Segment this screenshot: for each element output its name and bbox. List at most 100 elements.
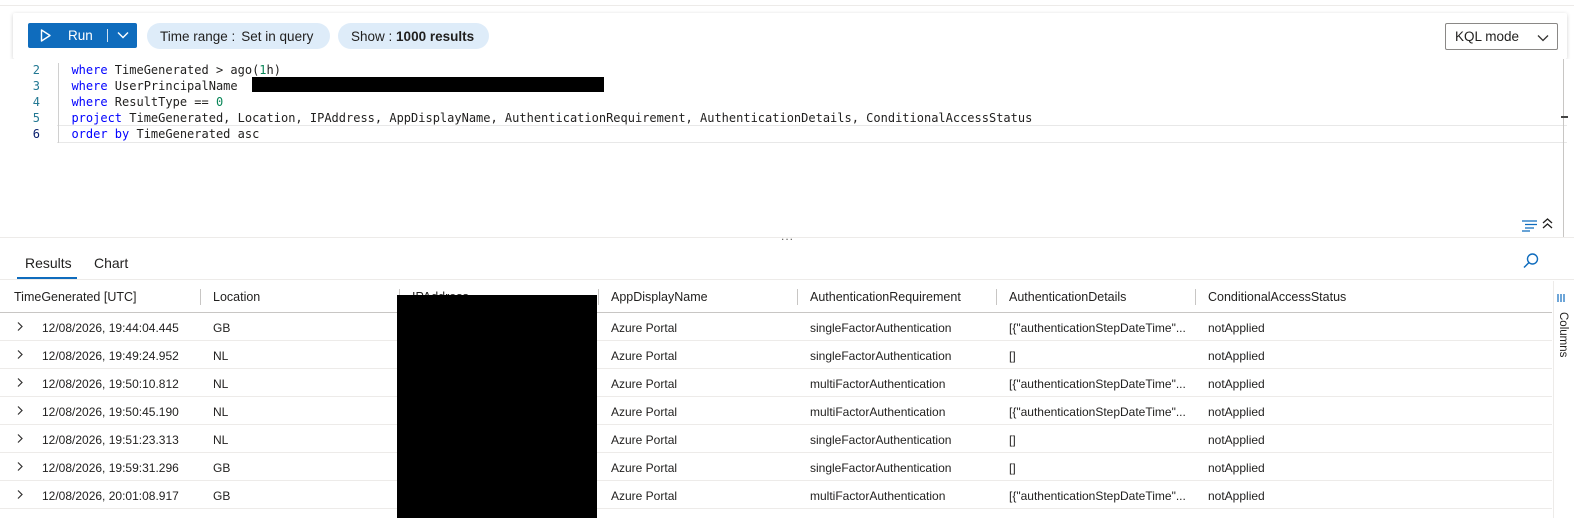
scrollbar-cursor-marker	[1561, 116, 1568, 118]
cell-authenticationrequirement: multiFactorAuthentication	[810, 489, 946, 503]
line-number: 3	[32, 79, 40, 93]
code-line-6[interactable]: order by TimeGenerated asc	[57, 127, 259, 141]
cell-timegenerated: 12/08/2026, 19:50:10.812	[42, 377, 179, 391]
column-resizer[interactable]	[1195, 289, 1196, 305]
cell-conditionalaccessstatus: notApplied	[1208, 349, 1265, 363]
cell-location: GB	[213, 461, 231, 475]
kql-keyword: order by	[71, 127, 130, 141]
result-limit-value: 1000 results	[396, 28, 475, 44]
cell-conditionalaccessstatus: notApplied	[1208, 405, 1265, 419]
cell-conditionalaccessstatus: notApplied	[1208, 489, 1265, 503]
code-text: ResultType ==	[107, 95, 216, 109]
chevron-right-icon[interactable]	[16, 377, 24, 388]
code-number: 1	[259, 63, 267, 77]
current-line-highlight	[57, 125, 1567, 143]
cell-location: GB	[213, 321, 231, 335]
cell-authenticationdetails: [{"authenticationStepDateTime"...	[1009, 321, 1186, 335]
column-resizer[interactable]	[200, 289, 201, 305]
table-row[interactable]: 12/08/2026, 19:49:24.952 NL Azure Portal si…	[0, 341, 1552, 369]
tab-results[interactable]: Results	[25, 255, 72, 271]
line-number: 2	[32, 63, 40, 77]
cell-location: GB	[213, 489, 231, 503]
run-split-divider	[107, 29, 108, 42]
splitter-handle[interactable]: ...	[781, 229, 794, 243]
results-tabbar: Results Chart	[0, 244, 1574, 280]
column-resizer[interactable]	[996, 289, 997, 305]
chevron-right-icon[interactable]	[16, 461, 24, 472]
time-range-pill[interactable]: Time range : Set in query	[147, 23, 330, 49]
cell-location: NL	[213, 433, 229, 447]
column-header-location[interactable]: Location	[213, 281, 260, 313]
chevron-right-icon[interactable]	[16, 405, 24, 416]
result-limit-label: Show :	[351, 28, 393, 44]
cell-conditionalaccessstatus: notApplied	[1208, 461, 1265, 475]
cell-authenticationdetails: []	[1009, 349, 1016, 363]
code-text: h)	[266, 63, 281, 77]
code-line-2[interactable]: where TimeGenerated > ago(1h)	[57, 63, 281, 77]
code-text: TimeGenerated > ago(	[107, 63, 260, 77]
editor-scrollbar[interactable]	[1563, 59, 1564, 237]
code-line-4[interactable]: where ResultType == 0	[57, 95, 223, 109]
table-row[interactable]: 12/08/2026, 19:50:45.190 NL Azure Portal mu…	[0, 397, 1552, 425]
search-icon[interactable]	[1522, 252, 1540, 270]
kql-keyword: where	[71, 79, 108, 93]
time-range-value: Set in query	[241, 28, 314, 44]
cell-appdisplayname: Azure Portal	[611, 349, 678, 363]
cell-conditionalaccessstatus: notApplied	[1208, 377, 1265, 391]
column-header-appdisplayname[interactable]: AppDisplayName	[611, 281, 708, 313]
chevron-right-icon[interactable]	[16, 489, 24, 500]
columns-icon[interactable]	[1557, 293, 1567, 303]
kql-mode-select[interactable]: KQL mode	[1445, 23, 1558, 50]
kql-mode-value: KQL mode	[1455, 29, 1520, 44]
cell-authenticationrequirement: singleFactorAuthentication	[810, 349, 952, 363]
column-resizer[interactable]	[797, 289, 798, 305]
code-line-3[interactable]: where UserPrincipalName	[57, 79, 245, 93]
column-resizer[interactable]	[598, 289, 599, 305]
chevron-down-icon	[1537, 35, 1549, 42]
format-query-icon[interactable]	[1521, 219, 1538, 232]
query-editor[interactable]: 2 where TimeGenerated > ago(1h) 3 where …	[0, 59, 1574, 237]
column-header-timegenerated[interactable]: TimeGenerated [UTC]	[14, 281, 137, 313]
table-row[interactable]: 12/08/2026, 19:44:04.445 GB Azure Portal si…	[0, 313, 1552, 341]
table-row[interactable]: 12/08/2026, 19:51:23.313 NL Azure Portal si…	[0, 425, 1552, 453]
tab-chart[interactable]: Chart	[94, 255, 128, 271]
code-number: 0	[215, 95, 224, 109]
cell-authenticationdetails: []	[1009, 433, 1016, 447]
cell-timegenerated: 12/08/2026, 19:50:45.190	[42, 405, 179, 419]
column-header-authenticationdetails[interactable]: AuthenticationDetails	[1009, 281, 1126, 313]
table-row[interactable]: 12/08/2026, 19:59:31.296 GB Azure Portal si…	[0, 453, 1552, 481]
cell-authenticationrequirement: singleFactorAuthentication	[810, 321, 952, 335]
chevron-right-icon[interactable]	[16, 321, 24, 332]
cell-timegenerated: 12/08/2026, 19:44:04.445	[42, 321, 179, 335]
cell-appdisplayname: Azure Portal	[611, 321, 678, 335]
cell-timegenerated: 12/08/2026, 19:59:31.296	[42, 461, 179, 475]
column-header-conditionalaccessstatus[interactable]: ConditionalAccessStatus	[1208, 281, 1346, 313]
chevron-right-icon[interactable]	[16, 433, 24, 444]
cell-location: NL	[213, 377, 229, 391]
cell-timegenerated: 12/08/2026, 19:49:24.952	[42, 349, 179, 363]
chevron-right-icon[interactable]	[16, 349, 24, 360]
kql-keyword: where	[71, 63, 108, 77]
line-number: 4	[32, 95, 40, 109]
table-row[interactable]: 12/08/2026, 20:01:08.917 GB Azure Portal mu…	[0, 481, 1552, 509]
chevron-down-icon[interactable]	[117, 31, 129, 39]
collapse-editor-icon[interactable]	[1541, 217, 1554, 230]
cell-authenticationrequirement: singleFactorAuthentication	[810, 461, 952, 475]
code-text: TimeGenerated, Location, IPAddress, AppD…	[122, 111, 1033, 125]
result-limit-pill[interactable]: Show : 1000 results	[338, 23, 489, 49]
cell-location: NL	[213, 349, 229, 363]
cell-location: NL	[213, 405, 229, 419]
column-header-authenticationrequirement[interactable]: AuthenticationRequirement	[810, 281, 961, 313]
cell-authenticationrequirement: multiFactorAuthentication	[810, 377, 946, 391]
table-row[interactable]: 12/08/2026, 19:50:10.812 NL Azure Portal mu…	[0, 369, 1552, 397]
cell-authenticationdetails: [{"authenticationStepDateTime"...	[1009, 405, 1186, 419]
columns-panel-toggle[interactable]: Columns	[1553, 312, 1569, 357]
cell-timegenerated: 12/08/2026, 20:01:08.917	[42, 489, 179, 503]
line-number: 6	[32, 127, 40, 141]
code-line-5[interactable]: project TimeGenerated, Location, IPAddre…	[57, 111, 1032, 125]
active-tab-indicator	[17, 277, 77, 279]
cell-authenticationrequirement: multiFactorAuthentication	[810, 405, 946, 419]
code-text: TimeGenerated asc	[129, 127, 260, 141]
run-button[interactable]: Run	[28, 23, 137, 48]
cell-timegenerated: 12/08/2026, 19:51:23.313	[42, 433, 179, 447]
